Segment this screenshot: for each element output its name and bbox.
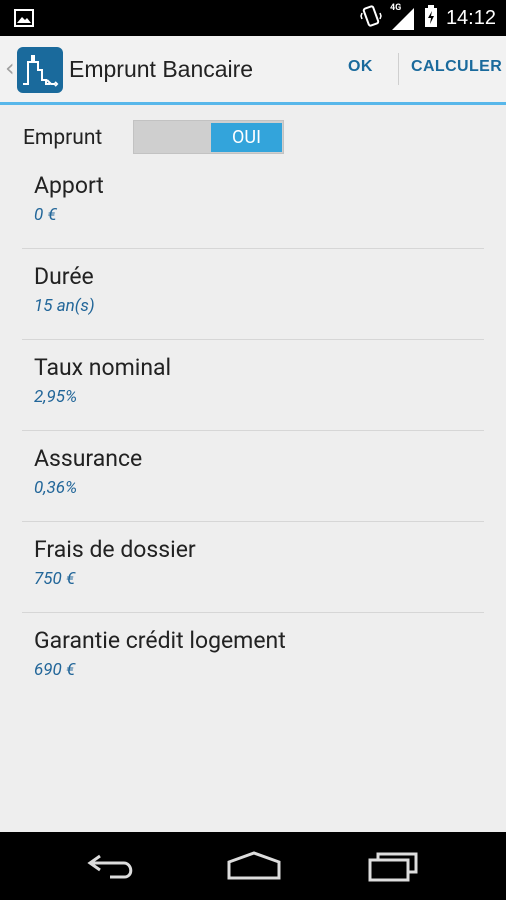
item-title: Garantie crédit logement xyxy=(34,627,286,654)
switch-thumb: OUI xyxy=(211,123,282,152)
item-title: Assurance xyxy=(34,445,143,472)
action-divider xyxy=(398,53,399,85)
up-navigation-icon[interactable]: ‹ xyxy=(5,54,15,82)
list-item-duree[interactable]: Durée 15 an(s) xyxy=(0,249,506,340)
clock: 14:12 xyxy=(445,6,496,29)
recent-apps-icon[interactable] xyxy=(368,850,420,886)
emprunt-toggle-row: Emprunt OUI xyxy=(0,118,506,158)
navigation-bar xyxy=(0,832,506,900)
item-title: Taux nominal xyxy=(34,354,172,381)
list-item-assurance[interactable]: Assurance 0,36% xyxy=(0,431,506,522)
list-item-frais-de-dossier[interactable]: Frais de dossier 750 € xyxy=(0,522,506,613)
image-notification-icon xyxy=(14,9,34,31)
calculer-button[interactable]: CALCULER xyxy=(411,58,502,76)
battery-icon xyxy=(424,4,438,32)
page-title: Emprunt Bancaire xyxy=(69,56,254,82)
settings-list: Apport 0 € Durée 15 an(s) Taux nominal 2… xyxy=(0,158,506,704)
item-title: Apport xyxy=(34,172,104,199)
item-value: 2,95% xyxy=(34,387,78,407)
vibrate-icon xyxy=(360,4,382,32)
emprunt-switch[interactable]: OUI xyxy=(133,120,284,154)
item-value: 750 € xyxy=(34,569,76,589)
app-logo-icon[interactable] xyxy=(17,47,63,93)
home-icon[interactable] xyxy=(226,850,282,886)
item-value: 0 € xyxy=(34,205,57,225)
item-title: Frais de dossier xyxy=(34,536,196,563)
back-icon[interactable] xyxy=(86,850,138,886)
list-item-taux-nominal[interactable]: Taux nominal 2,95% xyxy=(0,340,506,431)
status-bar: 4G 14:12 xyxy=(0,0,506,36)
network-label: 4G xyxy=(389,3,402,13)
action-bar: ‹ Emprunt Bancaire OK CALCULER xyxy=(0,36,506,105)
signal-4g-icon: 4G xyxy=(389,3,416,31)
item-value: 690 € xyxy=(34,660,76,680)
item-title: Durée xyxy=(34,263,94,290)
ok-button[interactable]: OK xyxy=(348,58,373,76)
item-value: 15 an(s) xyxy=(34,296,95,316)
item-value: 0,36% xyxy=(34,478,78,498)
emprunt-label: Emprunt xyxy=(23,126,103,150)
list-item-apport[interactable]: Apport 0 € xyxy=(0,158,506,249)
list-item-garantie-credit-logement[interactable]: Garantie crédit logement 690 € xyxy=(0,613,506,704)
